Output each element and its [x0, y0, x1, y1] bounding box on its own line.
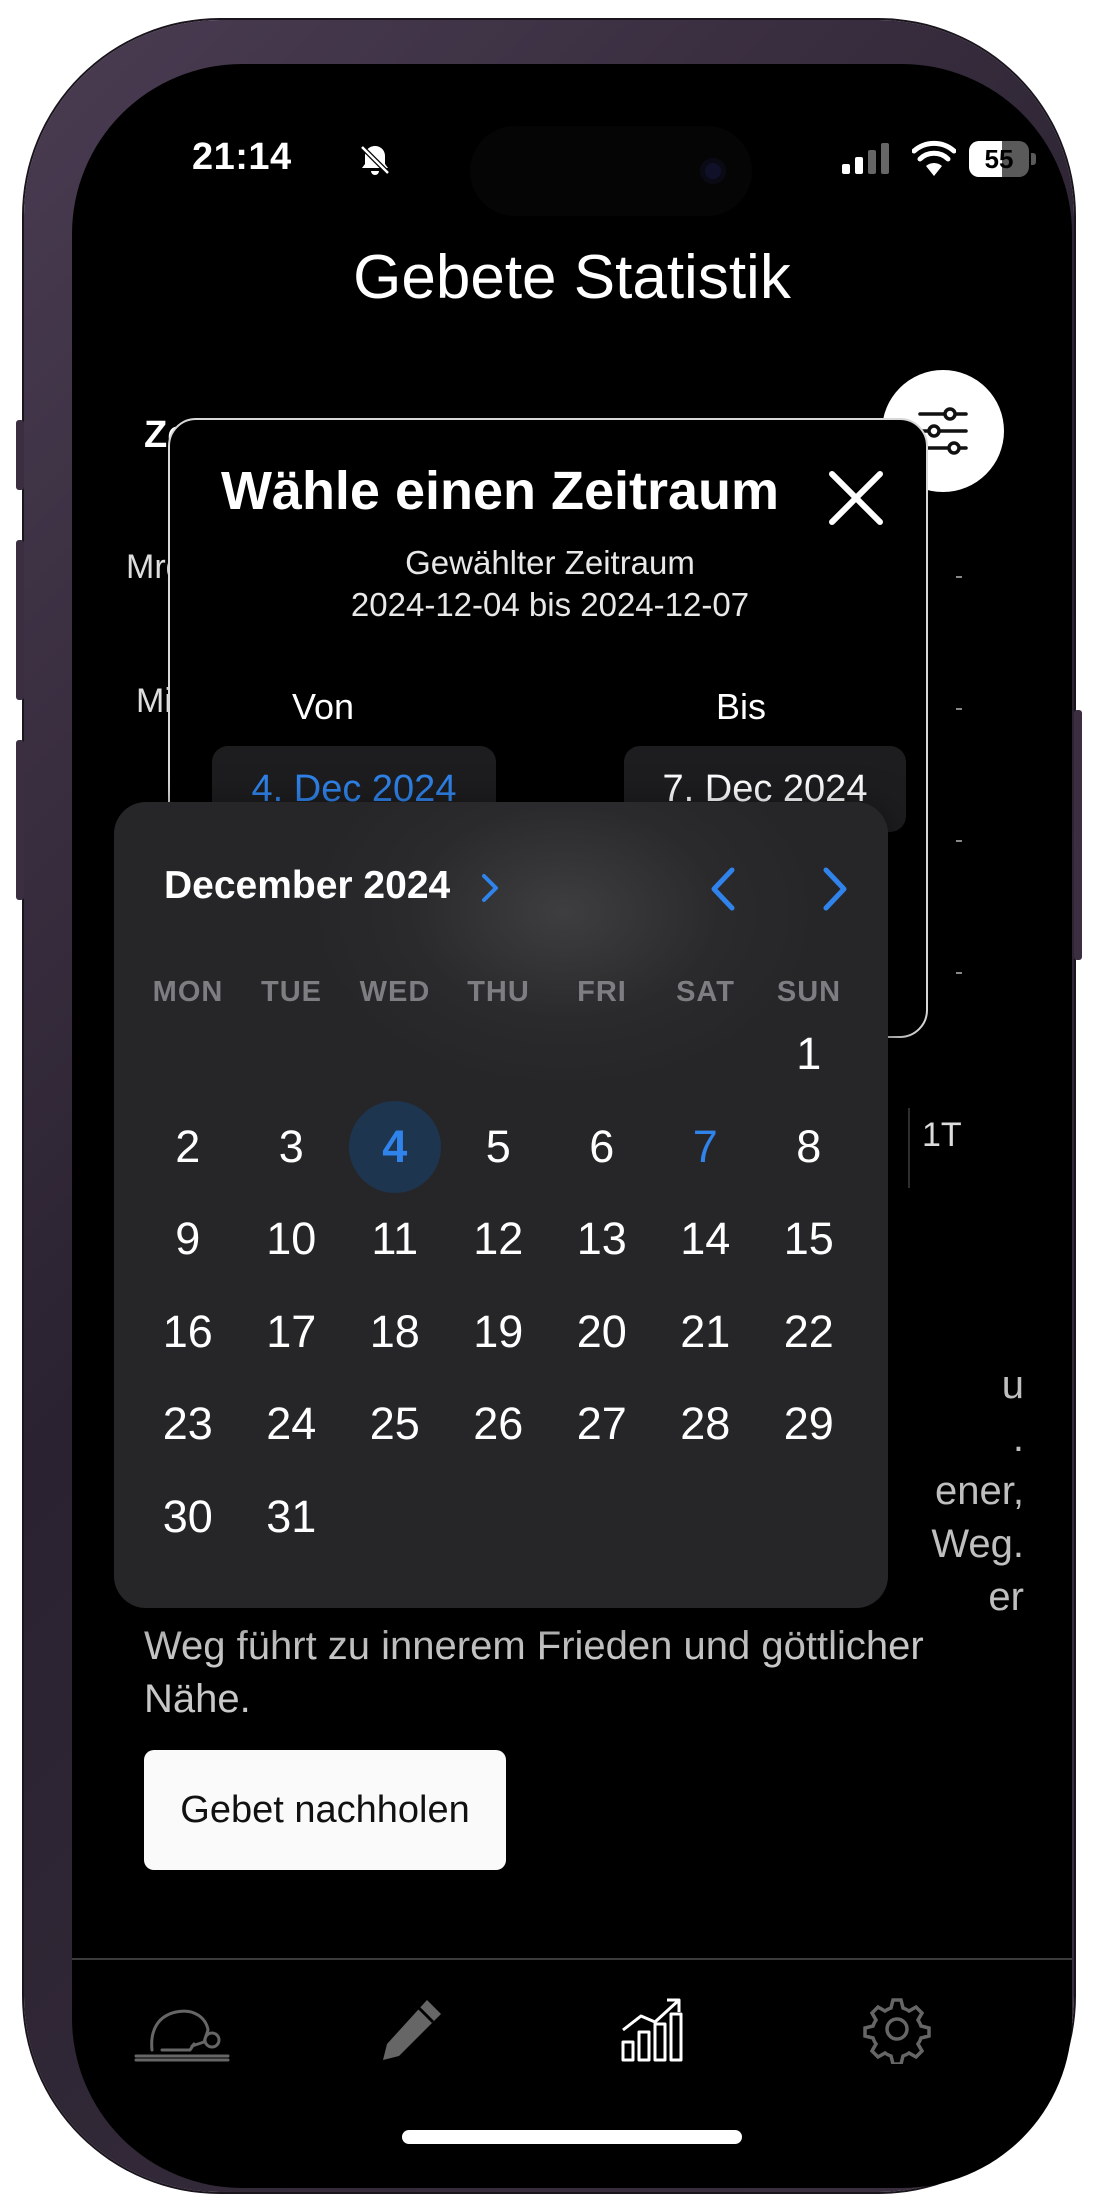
month-year-button[interactable]: December 2024 — [164, 864, 450, 908]
calendar-day[interactable]: 14 — [659, 1193, 751, 1285]
prayer-icon — [134, 2009, 230, 2062]
volume-down-button — [16, 740, 24, 900]
calendar-day[interactable]: 8 — [763, 1101, 855, 1193]
calendar-day[interactable]: 24 — [245, 1378, 337, 1470]
pencil-icon — [383, 2000, 441, 2060]
signal-icon — [842, 143, 889, 174]
weekday-label: WED — [359, 976, 431, 1008]
app-screen: 21:14 55 Gebete Statistik Mrg Mit 1T u .… — [72, 64, 1072, 2188]
calendar-day[interactable]: 21 — [659, 1286, 751, 1378]
previous-month-icon[interactable] — [704, 864, 744, 914]
tab-statistics[interactable] — [617, 1994, 737, 2094]
page-title: Gebete Statistik — [353, 243, 791, 312]
calendar-day[interactable]: 7 — [659, 1101, 751, 1193]
calendar-day[interactable]: 29 — [763, 1378, 855, 1470]
calendar-day[interactable]: 27 — [556, 1378, 648, 1470]
chevron-right-icon[interactable] — [480, 872, 500, 904]
calendar-day[interactable]: 5 — [452, 1101, 544, 1193]
status-time: 21:14 — [192, 136, 292, 178]
calendar-day[interactable]: 16 — [142, 1286, 234, 1378]
volume-up-button — [16, 540, 24, 700]
description-text: Weg führt zu innerem Frieden und göttlic… — [144, 1624, 924, 1721]
calendar-day[interactable]: 3 — [245, 1101, 337, 1193]
next-month-icon[interactable] — [814, 864, 854, 914]
camera-icon — [700, 158, 726, 184]
calendar-day[interactable]: 12 — [452, 1193, 544, 1285]
phone-frame: 21:14 55 Gebete Statistik Mrg Mit 1T u .… — [16, 20, 1082, 2192]
selected-range-label: Gewählter Zeitraum — [405, 544, 695, 581]
calendar-day[interactable]: 9 — [142, 1193, 234, 1285]
weekday-label: MON — [152, 976, 224, 1008]
tab-edit[interactable] — [377, 1994, 497, 2094]
power-button — [1074, 710, 1082, 960]
bell-slash-icon — [360, 145, 390, 175]
calendar-day[interactable]: 22 — [763, 1286, 855, 1378]
calendar-day[interactable]: 31 — [245, 1471, 337, 1563]
close-icon[interactable] — [826, 468, 886, 528]
calendar-day[interactable]: 18 — [349, 1286, 441, 1378]
selected-day[interactable]: 4 — [348, 1100, 441, 1193]
range-segment-1t[interactable]: 1T — [922, 1116, 962, 1155]
calendar-day[interactable]: 23 — [142, 1378, 234, 1470]
home-indicator[interactable] — [402, 2130, 742, 2144]
calendar-day[interactable]: 6 — [556, 1101, 648, 1193]
calendar-day[interactable]: 28 — [659, 1378, 751, 1470]
tab-settings[interactable] — [862, 1994, 982, 2094]
chart-tick — [956, 708, 962, 710]
calendar-day[interactable]: 17 — [245, 1286, 337, 1378]
modal-title: Wähle einen Zeitraum — [220, 461, 780, 521]
chart-tick — [956, 576, 962, 578]
calendar-day[interactable]: 13 — [556, 1193, 648, 1285]
calendar-day[interactable]: 2 — [142, 1101, 234, 1193]
calendar-day[interactable]: 10 — [245, 1193, 337, 1285]
battery-percent: 55 — [984, 144, 1014, 174]
weekday-label: SAT — [676, 976, 735, 1008]
action-button — [16, 420, 24, 490]
calendar-day[interactable]: 25 — [349, 1378, 441, 1470]
calendar-day[interactable]: 11 — [349, 1193, 441, 1285]
gear-icon — [863, 1998, 931, 2064]
selected-range-value: 2024-12-04 bis 2024-12-07 — [350, 586, 750, 623]
calendar-day[interactable]: 1 — [763, 1008, 855, 1100]
dynamic-island — [470, 126, 752, 216]
calendar-popover: December 2024 MON TUE WED THU FRI SAT SUN 1234… — [114, 802, 888, 1608]
weekday-label: THU — [467, 976, 530, 1008]
weekday-label: TUE — [261, 976, 322, 1008]
calendar-day[interactable]: 20 — [556, 1286, 648, 1378]
segment-divider — [908, 1108, 910, 1188]
calendar-day[interactable]: 30 — [142, 1471, 234, 1563]
to-label: Bis — [716, 686, 767, 727]
chart-tick — [956, 972, 962, 974]
phone-screen: 21:14 55 Gebete Statistik Mrg Mit 1T u .… — [72, 64, 1072, 2188]
wifi-icon — [912, 140, 956, 176]
calendar-day[interactable]: 19 — [452, 1286, 544, 1378]
tab-prayer[interactable] — [132, 1994, 252, 2094]
catch-up-prayer-button[interactable]: Gebet nachholen — [144, 1750, 506, 1870]
weekday-label: SUN — [776, 976, 842, 1008]
battery-icon: 55 — [969, 141, 1037, 177]
chart-tick — [956, 840, 962, 842]
calendar-day[interactable]: 15 — [763, 1193, 855, 1285]
battery-tip — [1031, 153, 1036, 165]
from-label: Von — [292, 686, 355, 727]
battery-body: 55 — [969, 141, 1029, 177]
calendar-day[interactable]: 26 — [452, 1378, 544, 1470]
tab-bar-divider — [72, 1958, 1072, 1960]
weekday-label: FRI — [577, 976, 627, 1008]
chart-icon — [621, 1998, 683, 2062]
